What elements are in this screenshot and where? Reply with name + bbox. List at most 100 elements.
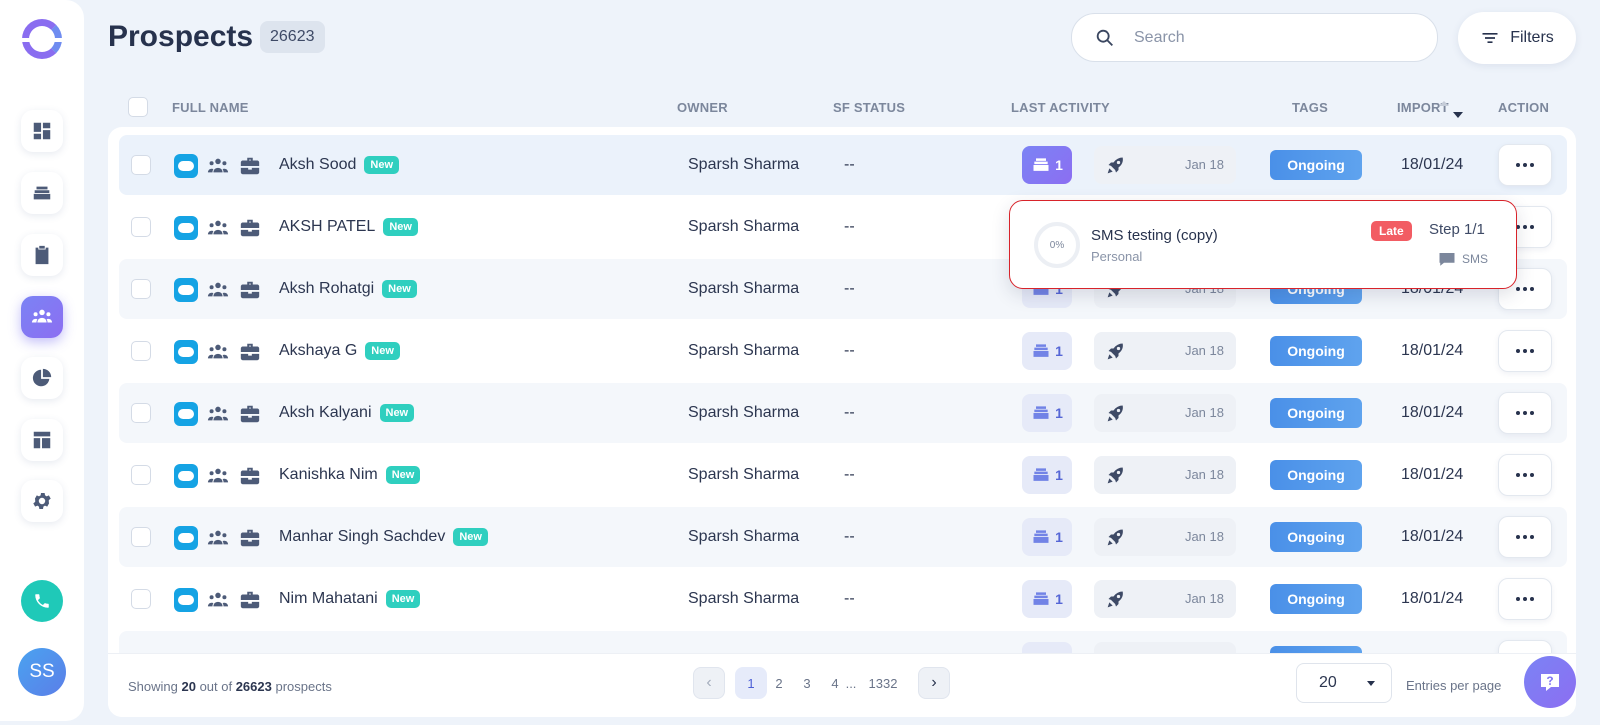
prospect-name-text[interactable]: Nim Mahatani [279,590,378,608]
row-checkbox[interactable] [131,527,151,547]
sequence-button[interactable]: 1 [1022,332,1072,370]
table-row[interactable]: Manhar Singh Sachdev New Sparsh Sharma --… [119,507,1567,567]
nav-dashboard-icon[interactable] [21,110,63,152]
briefcase-icon[interactable] [239,155,261,177]
prospect-name[interactable]: Manhar Singh Sachdev New [279,528,488,546]
search-box[interactable] [1071,13,1438,62]
table-row[interactable]: Nim Mahatani New Sparsh Sharma -- 1 Jan 1… [119,569,1567,629]
prev-page-button[interactable]: ‹ [693,667,725,699]
column-owner[interactable]: OWNER [677,100,728,115]
prospect-name[interactable]: Aksh Sood New [279,156,400,174]
briefcase-icon[interactable] [239,589,261,611]
briefcase-icon[interactable] [239,403,261,425]
entries-per-page-select[interactable]: 20 [1296,663,1392,703]
salesforce-icon[interactable] [174,588,198,612]
prospect-name-text[interactable]: AKSH PATEL [279,218,375,236]
salesforce-icon[interactable] [174,216,198,240]
prospect-name[interactable]: Aksh Rohatgi New [279,280,417,298]
dialer-phone-icon[interactable] [21,580,63,622]
salesforce-icon[interactable] [174,402,198,426]
prospect-name-text[interactable]: Kanishka Nim [279,466,378,484]
row-checkbox[interactable] [131,279,151,299]
prospect-name[interactable]: Aksh Kalyani New [279,404,415,422]
prospect-name-text[interactable]: Aksh Kalyani [279,404,372,422]
column-import[interactable]: IMPORT [1397,100,1463,118]
page-last[interactable]: 1332 [862,667,904,699]
more-actions-button[interactable] [1498,144,1552,186]
status-tag[interactable]: Ongoing [1270,584,1362,614]
nav-settings-icon[interactable] [21,480,63,522]
row-checkbox[interactable] [131,341,151,361]
sequence-button[interactable]: 1 [1022,456,1072,494]
salesforce-icon[interactable] [174,464,198,488]
sequence-button[interactable] [1022,642,1072,653]
select-all-checkbox[interactable] [128,97,148,117]
briefcase-icon[interactable] [239,527,261,549]
status-tag[interactable]: Ongoing [1270,460,1362,490]
salesforce-icon[interactable] [174,340,198,364]
table-row[interactable] [119,631,1567,653]
column-sf-status[interactable]: SF STATUS [833,100,905,115]
row-checkbox[interactable] [131,403,151,423]
next-page-button[interactable]: › [918,667,950,699]
row-checkbox[interactable] [131,465,151,485]
prospect-name-text[interactable]: Akshaya G [279,342,357,360]
last-activity[interactable]: Jan 18 [1094,580,1236,618]
more-actions-button[interactable] [1498,392,1552,434]
sequence-button[interactable]: 1 [1022,146,1072,184]
status-tag[interactable]: Ongoing [1270,150,1362,180]
salesforce-icon[interactable] [174,278,198,302]
help-chat-button[interactable] [1524,656,1576,708]
more-actions-button[interactable] [1498,640,1552,653]
column-full-name[interactable]: FULL NAME [172,100,249,115]
more-actions-button[interactable] [1498,330,1552,372]
last-activity[interactable] [1094,642,1236,653]
prospect-name[interactable]: Nim Mahatani New [279,590,421,608]
last-activity[interactable]: Jan 18 [1094,518,1236,556]
prospect-name[interactable]: Kanishka Nim New [279,466,421,484]
filters-button[interactable]: Filters [1458,12,1576,64]
column-tags[interactable]: TAGS [1292,100,1328,115]
people-icon[interactable] [207,341,229,363]
last-activity[interactable]: Jan 18 [1094,146,1236,184]
people-icon[interactable] [207,403,229,425]
status-tag[interactable]: Ongoing [1270,398,1362,428]
prospect-name[interactable]: Akshaya G New [279,342,400,360]
briefcase-icon[interactable] [239,279,261,301]
sequence-button[interactable]: 1 [1022,580,1072,618]
briefcase-icon[interactable] [239,217,261,239]
people-icon[interactable] [207,155,229,177]
prospect-name-text[interactable]: Aksh Rohatgi [279,280,374,298]
briefcase-icon[interactable] [239,341,261,363]
nav-reports-icon[interactable] [21,357,63,399]
table-row[interactable]: Aksh Kalyani New Sparsh Sharma -- 1 Jan 1… [119,383,1567,443]
prospect-name-text[interactable]: Manhar Singh Sachdev [279,528,445,546]
people-icon[interactable] [207,527,229,549]
more-actions-button[interactable] [1498,578,1552,620]
status-tag[interactable] [1270,646,1362,653]
salesforce-icon[interactable] [174,526,198,550]
user-avatar[interactable]: SS [18,648,66,696]
table-row[interactable]: Akshaya G New Sparsh Sharma -- 1 Jan 18 O… [119,321,1567,381]
sequence-button[interactable]: 1 [1022,394,1072,432]
last-activity[interactable]: Jan 18 [1094,332,1236,370]
prospect-name[interactable]: AKSH PATEL New [279,218,418,236]
salesforce-icon[interactable] [174,154,198,178]
people-icon[interactable] [207,217,229,239]
table-row[interactable]: Aksh Sood New Sparsh Sharma -- 1 Jan 18 O… [119,135,1567,195]
status-tag[interactable]: Ongoing [1270,336,1362,366]
nav-sequences-icon[interactable] [21,172,63,214]
sequence-name[interactable]: SMS testing (copy) [1091,227,1218,244]
column-last-activity[interactable]: LAST ACTIVITY [1011,100,1110,115]
row-checkbox[interactable] [131,589,151,609]
people-icon[interactable] [207,279,229,301]
status-tag[interactable]: Ongoing [1270,522,1362,552]
more-actions-button[interactable] [1498,454,1552,496]
prospect-name-text[interactable]: Aksh Sood [279,156,356,174]
table-row[interactable]: Kanishka Nim New Sparsh Sharma -- 1 Jan 1… [119,445,1567,505]
people-icon[interactable] [207,465,229,487]
sequence-button[interactable]: 1 [1022,518,1072,556]
last-activity[interactable]: Jan 18 [1094,456,1236,494]
people-icon[interactable] [207,589,229,611]
last-activity[interactable]: Jan 18 [1094,394,1236,432]
